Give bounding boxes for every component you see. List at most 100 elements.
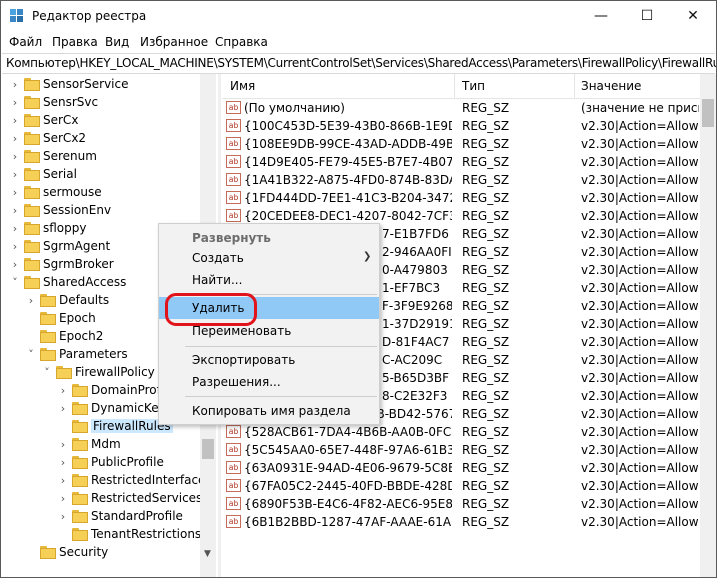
- menu-view[interactable]: Вид: [105, 35, 129, 49]
- value-type: REG_SZ: [462, 515, 510, 529]
- tree-item[interactable]: Security: [2, 544, 202, 562]
- ctx-export[interactable]: Экспортировать: [159, 349, 379, 371]
- value-row[interactable]: ab{1A41B322-A875-4FD0-874B-83DA089 REG_SZ…: [222, 171, 700, 189]
- expand-chevron-icon[interactable]: ›: [10, 205, 20, 216]
- value-type: REG_SZ: [462, 299, 510, 313]
- value-name: {100C453D-5E39-43B0-866B-1E9DCF0: [244, 119, 452, 133]
- close-button[interactable]: ✕: [670, 1, 716, 32]
- expand-chevron-icon[interactable]: ›: [10, 187, 20, 198]
- tree-item[interactable]: TenantRestrictions: [2, 526, 202, 544]
- value-type: REG_SZ: [462, 119, 510, 133]
- collapse-chevron-icon[interactable]: ˅: [42, 367, 52, 378]
- ctx-permissions[interactable]: Разрешения...: [159, 371, 379, 393]
- value-data: v2.30|Action=Allow|Ac: [581, 317, 699, 331]
- expand-chevron-icon[interactable]: ›: [10, 223, 20, 234]
- tree-item[interactable]: › PublicProfile: [2, 454, 202, 472]
- folder-icon: [72, 420, 88, 433]
- value-row[interactable]: ab{1FD444DD-7EE1-41C3-B204-3472795 REG_SZ…: [222, 189, 700, 207]
- column-divider[interactable]: [574, 74, 575, 98]
- tree-item-label: Defaults: [59, 293, 110, 307]
- value-name: {6B1B2BBD-1287-47AF-AAAE-61AE65: [244, 515, 452, 529]
- value-row[interactable]: ab {6B1B2BBD-1287-47AF-AAAE-61AE65 REG_SZ v…: [222, 513, 700, 531]
- tree-item-label: SerCx: [43, 113, 79, 127]
- scroll-down-arrow-icon[interactable]: ▼: [204, 549, 211, 559]
- tree-item[interactable]: › SensrSvc: [2, 94, 202, 112]
- folder-icon: [24, 276, 40, 289]
- tree-item[interactable]: › RestrictedInterfaces: [2, 472, 212, 490]
- column-value[interactable]: Значение: [581, 79, 641, 93]
- tree-item-label: Security: [59, 545, 109, 559]
- tree-item[interactable]: › sermouse: [2, 184, 202, 202]
- maximize-button[interactable]: ☐: [624, 1, 670, 32]
- expand-chevron-icon[interactable]: ›: [58, 493, 68, 504]
- value-name: {6890F53B-E4C6-4F82-AEC6-95E833B: [244, 497, 452, 511]
- tree-item[interactable]: › RestrictedServices: [2, 490, 202, 508]
- value-data: v2.30|Action=Allow|Ac: [581, 245, 699, 259]
- tree-item[interactable]: › SessionEnv: [2, 202, 202, 220]
- expand-chevron-icon[interactable]: ›: [58, 439, 68, 450]
- values-scroll-thumb[interactable]: [702, 99, 714, 127]
- value-row[interactable]: ab (По умолчанию) REG_SZ (значение не присв…: [222, 99, 700, 117]
- menu-bar: Файл Правка Вид Избранное Справка: [1, 32, 716, 52]
- expand-chevron-icon[interactable]: ›: [10, 79, 20, 90]
- value-row[interactable]: ab{63A0931E-94AD-4E06-9679-5C8E6A3 REG_SZ…: [222, 459, 700, 477]
- column-divider[interactable]: [454, 74, 455, 98]
- value-row[interactable]: ab {528ACB61-7DA4-4B6B-AA0B-0FC1C REG_SZ v2…: [222, 423, 700, 441]
- menu-file[interactable]: Файл: [9, 35, 42, 49]
- tree-item[interactable]: › SerCx: [2, 112, 202, 130]
- value-type: REG_SZ: [462, 209, 510, 223]
- expand-chevron-icon[interactable]: ›: [10, 115, 20, 126]
- tree-item[interactable]: › Serial: [2, 166, 202, 184]
- folder-icon: [72, 456, 88, 469]
- collapse-chevron-icon[interactable]: ˅: [26, 349, 36, 360]
- value-row[interactable]: ab{67FA05C2-2445-40FD-BBDE-428D9F3 REG_SZ…: [222, 477, 700, 495]
- menu-edit[interactable]: Правка: [52, 35, 98, 49]
- expand-chevron-icon[interactable]: ›: [58, 475, 68, 486]
- value-data: v2.30|Action=Allow|Ac: [581, 299, 699, 313]
- expand-chevron-icon[interactable]: ›: [58, 385, 68, 396]
- value-data: v2.30|Action=Allow|Ac: [581, 137, 699, 151]
- tree-item-label: Epoch2: [59, 329, 104, 343]
- ctx-find[interactable]: Найти...: [159, 269, 379, 291]
- tree-item-label: DynamicKey: [91, 401, 166, 415]
- tree-item[interactable]: › SensorService: [2, 76, 202, 94]
- value-row[interactable]: ab{6890F53B-E4C6-4F82-AEC6-95E833B REG_SZ…: [222, 495, 700, 513]
- expand-chevron-icon[interactable]: ›: [10, 133, 20, 144]
- value-data: v2.30|Action=Allow|Ac: [581, 497, 699, 511]
- value-row[interactable]: ab{14D9E405-FE79-45E5-B7E7-4B072C6 REG_SZ…: [222, 153, 700, 171]
- collapse-chevron-icon[interactable]: ˅: [10, 277, 20, 288]
- string-value-icon: ab: [226, 461, 241, 474]
- value-data: v2.30|Action=Allow|Ac: [581, 515, 699, 529]
- tree-item[interactable]: › StandardProfile: [2, 508, 202, 526]
- menu-favorites[interactable]: Избранное: [140, 35, 208, 49]
- menu-help[interactable]: Справка: [215, 35, 268, 49]
- expand-chevron-icon[interactable]: ›: [26, 295, 36, 306]
- value-row[interactable]: ab{100C453D-5E39-43B0-866B-1E9DCF0 REG_SZ…: [222, 117, 700, 135]
- minimize-button[interactable]: —: [578, 1, 624, 32]
- value-row[interactable]: ab{5C545AA0-65E7-448F-97A6-61B3742 REG_SZ…: [222, 441, 700, 459]
- expand-chevron-icon[interactable]: ›: [10, 169, 20, 180]
- address-bar[interactable]: Компьютер\HKEY_LOCAL_MACHINE\SYSTEM\Curr…: [2, 53, 716, 74]
- value-data: v2.30|Action=Allow|Ac: [581, 407, 699, 421]
- column-type[interactable]: Тип: [462, 79, 485, 93]
- values-scrollbar[interactable]: [700, 74, 716, 577]
- expand-chevron-icon[interactable]: ›: [58, 457, 68, 468]
- expand-chevron-icon[interactable]: ›: [10, 241, 20, 252]
- expand-chevron-icon[interactable]: ›: [10, 151, 20, 162]
- expand-chevron-icon[interactable]: ›: [10, 97, 20, 108]
- tree-scroll-thumb[interactable]: [202, 439, 214, 459]
- expand-chevron-icon[interactable]: ›: [58, 511, 68, 522]
- expand-chevron-icon[interactable]: ›: [10, 259, 20, 270]
- tree-item[interactable]: › Serenum: [2, 148, 202, 166]
- folder-icon: [72, 528, 88, 541]
- ctx-create[interactable]: Создать: [159, 247, 379, 269]
- tree-item[interactable]: › Mdm: [2, 436, 202, 454]
- value-data: v2.30|Action=Allow|Ac: [581, 335, 699, 349]
- column-name[interactable]: Имя: [230, 79, 255, 93]
- expand-chevron-icon[interactable]: ›: [58, 403, 68, 414]
- value-type: REG_SZ: [462, 461, 510, 475]
- ctx-expand[interactable]: Развернуть: [159, 227, 379, 249]
- value-row[interactable]: ab{108EE9DB-99CE-43AD-ADDB-49BF92 REG_SZ v…: [222, 135, 700, 153]
- tree-item[interactable]: › SerCx2: [2, 130, 202, 148]
- ctx-copy-key-name[interactable]: Копировать имя раздела: [159, 400, 379, 422]
